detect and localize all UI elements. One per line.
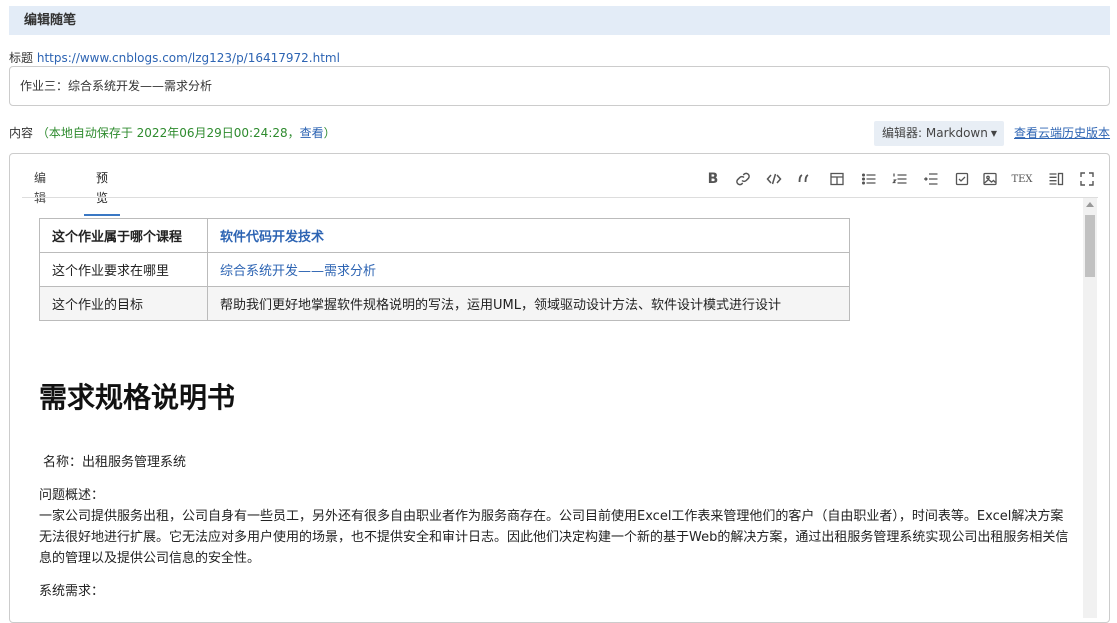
preview-scrollbar[interactable] xyxy=(1083,198,1097,618)
table-cell-key: 这个作业属于哪个课程 xyxy=(39,218,208,253)
requirements-heading: 系统需求： xyxy=(39,584,105,599)
table-cell-key: 这个作业的目标 xyxy=(39,286,208,321)
editor-type-dropdown[interactable]: 编辑器: Markdown ▼ xyxy=(874,121,1004,146)
table-row: 这个作业的目标 帮助我们更好地掌握软件规格说明的写法，运用UML，领域驱动设计方… xyxy=(39,286,850,321)
scroll-thumb[interactable] xyxy=(1085,215,1095,277)
system-name-line: 名称：出租服务管理系统 xyxy=(43,455,187,470)
table-cell-key: 这个作业要求在哪里 xyxy=(39,252,208,287)
course-link[interactable]: 软件代码开发技术 xyxy=(220,230,324,245)
table-row: 这个作业要求在哪里 综合系统开发——需求分析 xyxy=(39,252,850,287)
side-preview-icon[interactable] xyxy=(1046,169,1066,189)
preview-pane: 这个作业属于哪个课程 软件代码开发技术 这个作业要求在哪里 综合系统开发——需求… xyxy=(23,198,1083,618)
ordered-list-icon[interactable] xyxy=(890,169,910,189)
document-heading: 需求规格说明书 xyxy=(39,381,236,414)
page-header: 编辑随笔 xyxy=(9,6,1110,35)
editor-type-label: 编辑器: Markdown xyxy=(882,126,988,140)
bold-icon[interactable]: B xyxy=(703,169,723,189)
table-cell-value: 综合系统开发——需求分析 xyxy=(207,252,850,287)
problem-text: 一家公司提供服务出租，公司自身有一些员工，另外还有很多自由职业者作为服务商存在。… xyxy=(39,509,1069,566)
homework-info-table: 这个作业属于哪个课程 软件代码开发技术 这个作业要求在哪里 综合系统开发——需求… xyxy=(39,218,850,321)
assignment-link[interactable]: 综合系统开发——需求分析 xyxy=(220,264,376,279)
image-icon[interactable] xyxy=(980,169,1000,189)
tex-icon[interactable]: TEX xyxy=(1011,169,1032,189)
problem-heading: 问题概述： xyxy=(39,488,105,503)
markdown-editor: 编辑 预览 B TEX 这个作业属于哪个课程 软件代码开发技术 这个作业要求在哪… xyxy=(9,153,1110,623)
table-cell-value: 帮助我们更好地掌握软件规格说明的写法，运用UML，领域驱动设计方法、软件设计模式… xyxy=(207,286,850,321)
table-icon[interactable] xyxy=(827,169,847,189)
view-autosave-link[interactable]: 查看 xyxy=(300,126,324,140)
title-label-line: 标题 https://www.cnblogs.com/lzg123/p/1641… xyxy=(9,50,340,66)
page-title: 编辑随笔 xyxy=(24,13,77,28)
table-row: 这个作业属于哪个课程 软件代码开发技术 xyxy=(39,218,850,253)
title-label: 标题 xyxy=(9,51,34,65)
code-icon[interactable] xyxy=(764,169,784,189)
checkbox-icon[interactable] xyxy=(952,169,972,189)
scroll-up-arrow-icon[interactable] xyxy=(1086,202,1094,207)
quote-icon[interactable] xyxy=(795,169,815,189)
title-input[interactable]: 作业三：综合系统开发——需求分析 xyxy=(9,66,1110,106)
table-cell-value: 软件代码开发技术 xyxy=(207,218,850,253)
unordered-list-icon[interactable] xyxy=(859,169,879,189)
content-label-line: 内容 （本地自动保存于 2022年06月29日00:24:28，查看） xyxy=(9,125,336,141)
caret-down-icon: ▼ xyxy=(990,129,997,138)
fullscreen-icon[interactable] xyxy=(1077,169,1097,189)
cloud-history-link[interactable]: 查看云端历史版本 xyxy=(1014,125,1110,141)
autosave-status: （本地自动保存于 2022年06月29日00:24:28，查看） xyxy=(36,126,336,140)
indent-icon[interactable] xyxy=(921,169,941,189)
content-label: 内容 xyxy=(9,126,34,140)
link-icon[interactable] xyxy=(733,169,753,189)
post-url-link[interactable]: https://www.cnblogs.com/lzg123/p/1641797… xyxy=(37,51,340,65)
